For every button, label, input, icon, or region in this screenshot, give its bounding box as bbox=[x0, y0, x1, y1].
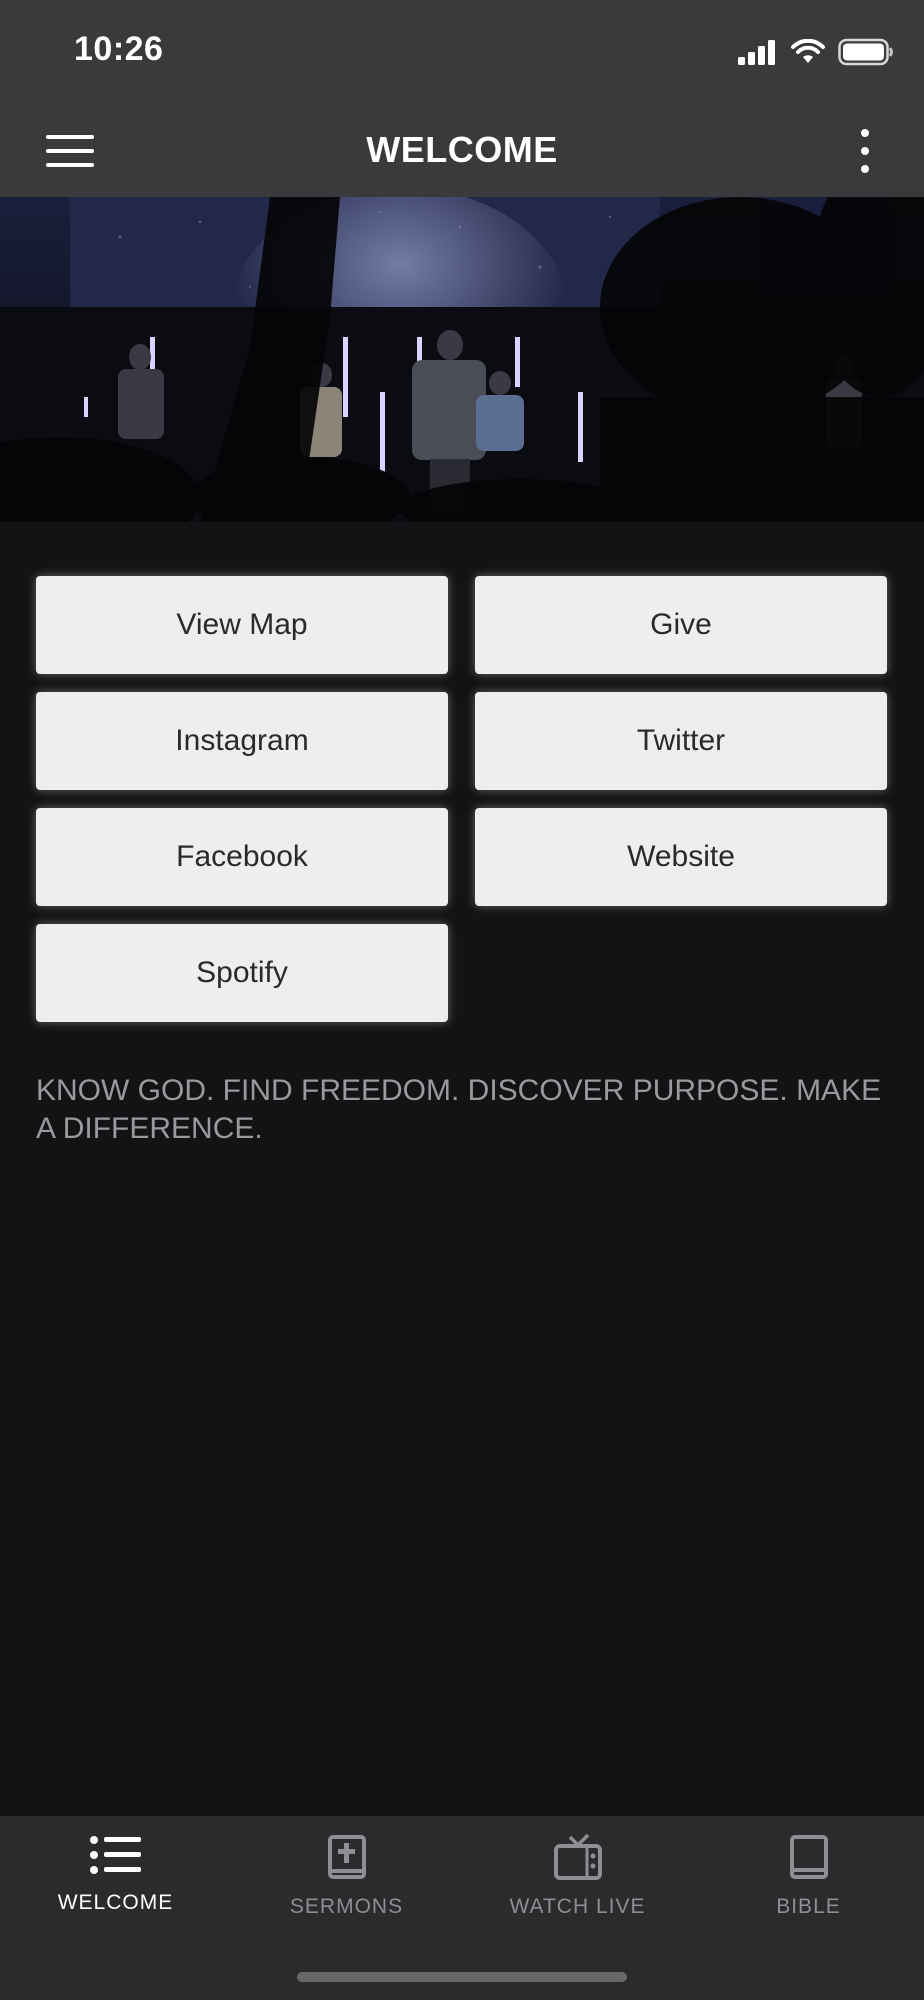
status-time: 10:26 bbox=[74, 30, 164, 68]
tab-bible-label: BIBLE bbox=[776, 1895, 841, 1918]
spotify-button[interactable]: Spotify bbox=[36, 924, 448, 1022]
top-app-bar: WELCOME bbox=[0, 105, 924, 197]
tab-watch-live-label: WATCH LIVE bbox=[509, 1895, 646, 1918]
tv-icon bbox=[553, 1833, 602, 1880]
status-icons bbox=[738, 38, 894, 66]
signal-icon bbox=[738, 40, 775, 65]
view-map-button[interactable]: View Map bbox=[36, 576, 448, 674]
more-options-icon[interactable] bbox=[858, 127, 872, 175]
tab-sermons-label: SERMONS bbox=[289, 1895, 404, 1918]
hero-image bbox=[0, 197, 924, 522]
tab-welcome-label: WELCOME bbox=[57, 1891, 174, 1914]
tab-welcome[interactable]: WELCOME bbox=[0, 1834, 231, 1915]
tab-sermons[interactable]: SERMONS bbox=[231, 1834, 462, 1919]
give-button[interactable]: Give bbox=[475, 576, 887, 674]
facebook-button[interactable]: Facebook bbox=[36, 808, 448, 906]
instagram-button[interactable]: Instagram bbox=[36, 692, 448, 790]
tab-bible[interactable]: BIBLE bbox=[693, 1834, 924, 1919]
website-button[interactable]: Website bbox=[475, 808, 887, 906]
page-title: WELCOME bbox=[366, 129, 558, 170]
wifi-icon bbox=[791, 39, 825, 63]
bible-cross-icon bbox=[327, 1835, 366, 1879]
worship-stage-illustration bbox=[0, 197, 924, 522]
tagline-text: KNOW GOD. FIND FREEDOM. DISCOVER PURPOSE… bbox=[36, 1074, 882, 1145]
status-bar: 10:26 bbox=[0, 0, 924, 105]
list-icon bbox=[89, 1836, 141, 1874]
tab-watch-live[interactable]: WATCH LIVE bbox=[462, 1833, 693, 1919]
book-icon bbox=[789, 1835, 828, 1879]
battery-icon bbox=[838, 38, 893, 66]
twitter-button[interactable]: Twitter bbox=[475, 692, 887, 790]
home-indicator bbox=[297, 1972, 627, 1982]
